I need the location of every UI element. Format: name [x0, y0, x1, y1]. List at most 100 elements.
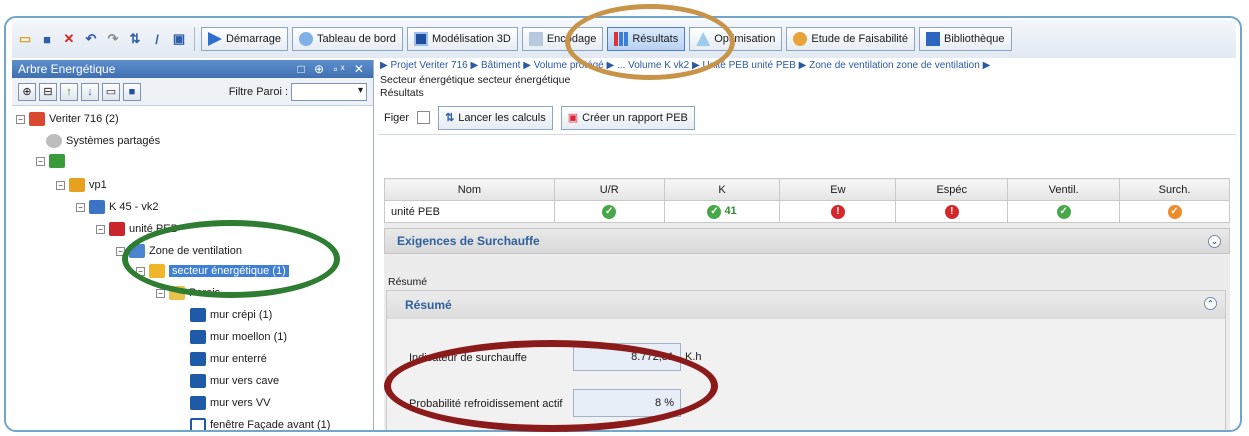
feasibility-icon: [793, 32, 808, 46]
expander-icon[interactable]: −: [96, 224, 105, 234]
tree-item[interactable]: − unité PEB: [96, 220, 178, 238]
tree-item[interactable]: −: [36, 152, 69, 170]
check-icon: ✓: [602, 204, 617, 219]
dashboard-icon: [299, 32, 314, 46]
encodage-button[interactable]: Encodage: [521, 27, 604, 51]
optimisation-button[interactable]: Optimisation: [689, 27, 783, 51]
tableau-de-bord-button[interactable]: Tableau de bord: [292, 27, 403, 51]
surch-cell: ✓: [1119, 200, 1230, 223]
tree-item[interactable]: fenêtre Façade avant (1): [190, 416, 330, 430]
delete-icon[interactable]: ✕: [60, 30, 78, 48]
tree-item[interactable]: − Veriter 716 (2): [16, 110, 119, 128]
error-icon: !: [944, 204, 959, 219]
expand-up-icon[interactable]: ⌃: [1204, 297, 1217, 310]
shared-systems-icon: [46, 134, 62, 148]
refresh-icon[interactable]: ⇅: [126, 30, 144, 48]
espec-cell: !: [895, 200, 1009, 223]
section-title: Exigences de Surchauffe: [397, 234, 540, 248]
refresh-icon: ⇅: [445, 112, 455, 124]
column-header[interactable]: Surch.: [1119, 178, 1230, 201]
breadcrumb[interactable]: ▶ Projet Veriter 716 ▶ Bâtiment ▶ Volume…: [378, 60, 1236, 74]
wall-icon: [190, 396, 206, 410]
figer-checkbox[interactable]: [417, 111, 431, 124]
warning-icon: ✓: [1167, 204, 1182, 219]
ur-cell: ✓: [553, 200, 665, 223]
expander-icon[interactable]: −: [56, 180, 65, 190]
resume-header[interactable]: Résumé ⌃: [387, 291, 1225, 319]
row-name: unité PEB: [384, 200, 555, 223]
save-icon[interactable]: ■: [38, 30, 56, 48]
demarrage-button[interactable]: Démarrage: [201, 27, 289, 51]
tree-item[interactable]: − K 45 - vk2: [76, 198, 159, 216]
redo-icon[interactable]: ↷: [104, 30, 122, 48]
panel-title-bar: Arbre Energétique □ ⊕ ▫ˣ ✕: [12, 60, 373, 78]
list-view-icon[interactable]: ▭: [102, 82, 120, 101]
column-header[interactable]: Ew: [779, 178, 897, 201]
launch-calculation-button[interactable]: ⇅ Lancer les calculs: [438, 105, 553, 130]
building-icon: [49, 154, 65, 168]
move-down-icon[interactable]: ↓: [81, 82, 99, 101]
model-3d-icon: [413, 32, 428, 46]
expander-icon[interactable]: −: [116, 246, 125, 256]
surchauffe-section-header[interactable]: Exigences de Surchauffe ⌄: [384, 228, 1230, 254]
library-icon: [925, 32, 940, 46]
column-header[interactable]: Nom: [384, 178, 555, 201]
indicator-unit: K.h: [685, 351, 702, 363]
table-row[interactable]: unité PEB ✓ ✓ 41 ! ! ✓ ✓: [384, 200, 1230, 223]
results-label: Résultats: [380, 87, 424, 99]
column-header[interactable]: U/R: [553, 178, 665, 201]
bar-chart-icon: [614, 32, 629, 46]
expander-icon[interactable]: −: [136, 266, 145, 276]
tree-item[interactable]: mur enterré: [190, 350, 267, 368]
window-icon[interactable]: ▣: [170, 30, 188, 48]
window-frame-icon: [190, 418, 206, 430]
collapse-icon[interactable]: ⊟: [39, 82, 57, 101]
filter-label: Filtre Paroi :: [228, 85, 288, 98]
tree-item-selected[interactable]: − secteur énergétique (1): [136, 262, 289, 280]
filter-paroi-select[interactable]: [291, 82, 367, 101]
app-window: ▭ ■ ✕ ↶ ↷ ⇅ / ▣ Démarrage Tableau de bor…: [4, 16, 1242, 432]
bibliotheque-button[interactable]: Bibliothèque: [918, 27, 1012, 51]
expander-icon[interactable]: −: [16, 114, 25, 124]
folder-icon[interactable]: ▭: [16, 30, 34, 48]
panel-window-controls[interactable]: □ ⊕ ▫ˣ ✕: [297, 62, 367, 76]
expand-icon[interactable]: ⊕: [18, 82, 36, 101]
folder-icon: [169, 286, 185, 300]
tree-item[interactable]: Systèmes partagés: [46, 132, 160, 150]
expander-icon[interactable]: −: [76, 202, 85, 212]
panel-title: Arbre Energétique: [18, 62, 116, 76]
column-header[interactable]: Espéc: [895, 178, 1009, 201]
probability-label: Probabilité refroidissement actif: [409, 398, 563, 410]
undo-icon[interactable]: ↶: [82, 30, 100, 48]
create-peb-report-button[interactable]: ▣ Créer un rapport PEB: [560, 105, 695, 130]
energy-tree: − Veriter 716 (2) Systèmes partagés − − …: [12, 106, 373, 430]
field-row: Indicateur de surchauffe: [387, 343, 527, 373]
tree-item[interactable]: mur crépi (1): [190, 306, 272, 324]
report-icon: ▣: [567, 112, 579, 124]
tree-item[interactable]: mur vers cave: [190, 372, 279, 390]
expander-icon[interactable]: −: [156, 288, 165, 298]
tree-item[interactable]: − Parois: [156, 284, 220, 302]
column-header[interactable]: Ventil.: [1007, 178, 1121, 201]
selected-label: secteur énergétique (1): [169, 265, 289, 277]
wall-icon: [190, 352, 206, 366]
expander-icon[interactable]: −: [36, 156, 45, 166]
modelisation-3d-button[interactable]: Modélisation 3D: [406, 27, 518, 51]
collapse-icon[interactable]: ⌄: [1208, 235, 1221, 248]
resultats-button[interactable]: Résultats: [607, 27, 686, 51]
tree-item[interactable]: mur vers VV: [190, 394, 271, 412]
tree-item[interactable]: − Zone de ventilation: [116, 242, 242, 260]
ventilation-zone-icon: [129, 244, 145, 258]
wall-icon: [190, 308, 206, 322]
tree-item[interactable]: − vp1: [56, 176, 107, 194]
main-toolbar: ▭ ■ ✕ ↶ ↷ ⇅ / ▣ Démarrage Tableau de bor…: [12, 20, 1236, 58]
move-up-icon[interactable]: ↑: [60, 82, 78, 101]
cube-icon[interactable]: ■: [123, 82, 141, 101]
probability-value-field: 8 %: [573, 389, 681, 417]
pen-icon[interactable]: /: [148, 30, 166, 48]
etude-faisabilite-button[interactable]: Etude de Faisabilité: [786, 27, 915, 51]
k-volume-icon: [89, 200, 105, 214]
column-header[interactable]: K: [663, 178, 781, 201]
resume-title: Résumé: [405, 298, 452, 312]
tree-item[interactable]: mur moellon (1): [190, 328, 287, 346]
